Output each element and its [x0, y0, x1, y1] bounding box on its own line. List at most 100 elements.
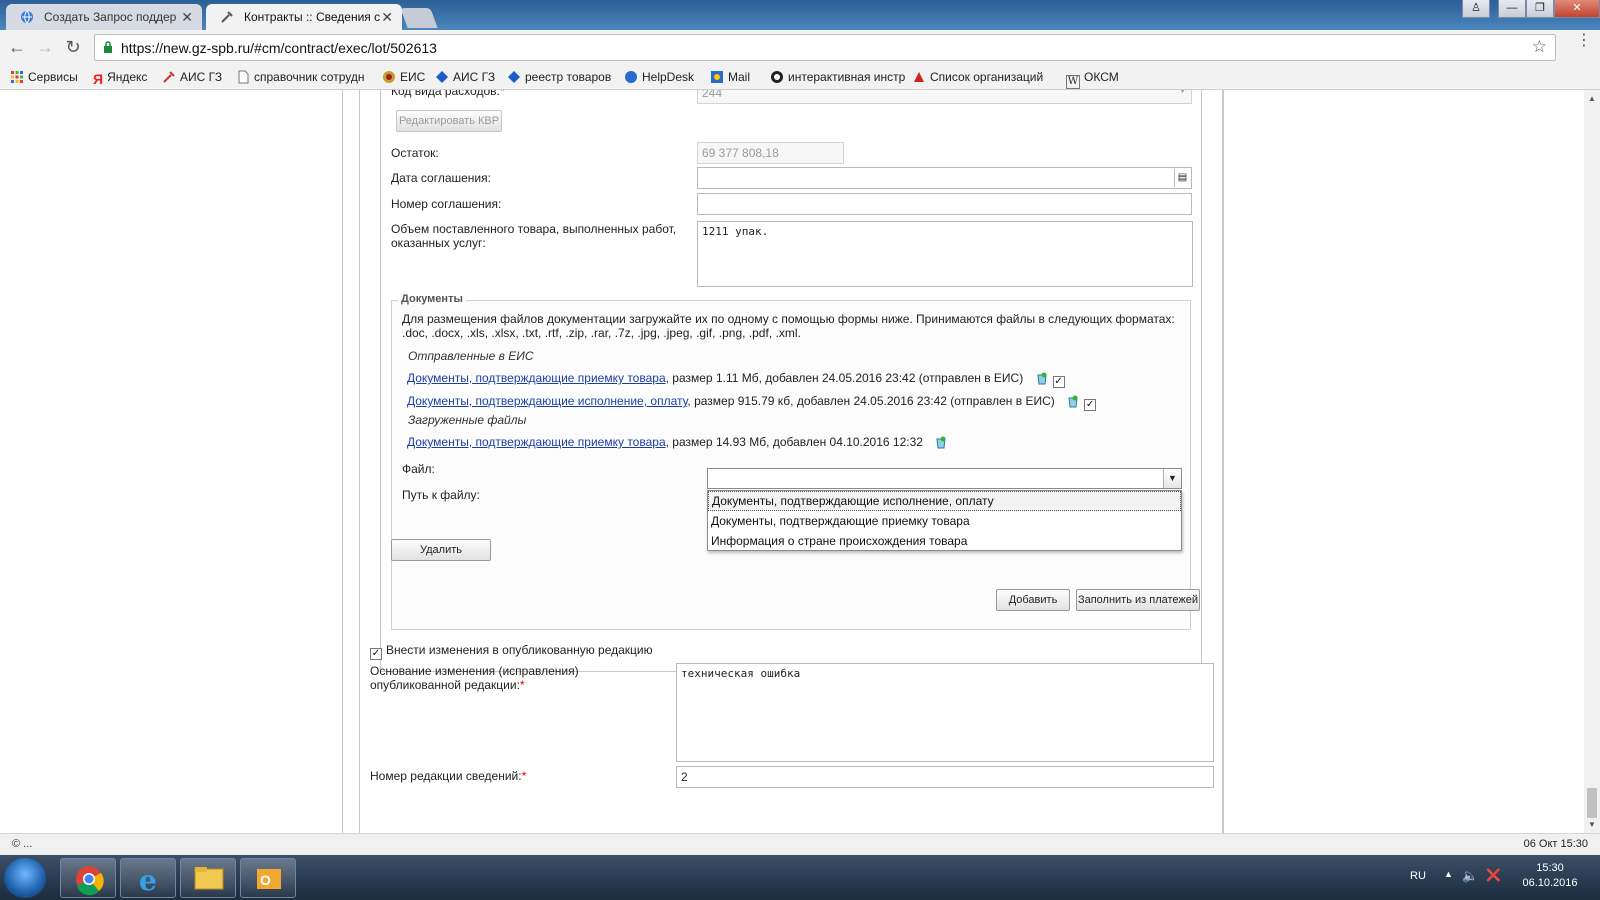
delete-button[interactable]: Удалить [391, 539, 491, 561]
profile-icon[interactable]: ♙ [1462, 0, 1490, 18]
start-button[interactable] [4, 858, 46, 898]
fill-from-payments-button[interactable]: Заполнить из платежей [1076, 589, 1200, 611]
calendar-icon[interactable]: ▤ [1174, 169, 1190, 187]
volume-label: Объем поставленного товара, выполненных … [391, 222, 677, 250]
uploaded-document-row: Документы, подтверждающие приемку товара… [407, 435, 948, 449]
address-bar[interactable]: https://new.gz-spb.ru/#cm/contract/exec/… [94, 34, 1556, 61]
scroll-thumb[interactable] [1587, 788, 1597, 818]
change-reason-label: Основание изменения (исправления) опублик… [370, 664, 579, 692]
remainder-field[interactable]: 69 377 808,18 [697, 142, 844, 164]
close-window-icon[interactable]: ✕ [1554, 0, 1600, 18]
documents-info-line-1: Для размещения файлов документации загру… [402, 312, 1175, 326]
menu-icon[interactable]: ⋮ [1576, 33, 1592, 49]
sent-checkbox[interactable]: ✓ [1084, 399, 1097, 411]
bookmark-directory[interactable]: справочник сотрудн [236, 69, 364, 86]
tab-contracts[interactable]: Контракты :: Сведения с ✕ [206, 4, 402, 30]
clock-time: 15:30 [1536, 862, 1564, 874]
chrome-taskbar-icon[interactable] [60, 858, 116, 898]
clock[interactable]: 15:30 06.10.2016 [1520, 861, 1580, 900]
kvr-label: Код вида расходов:* [391, 90, 505, 98]
revision-number-field[interactable]: 2 [676, 766, 1214, 788]
recycle-bin-icon[interactable] [1066, 394, 1080, 408]
chevron-down-icon[interactable]: ▼ [1163, 469, 1181, 488]
document-link[interactable]: Документы, подтверждающие приемку товара [407, 371, 666, 385]
new-tab-button[interactable] [400, 8, 438, 28]
agreement-date-field[interactable]: ▤ [697, 167, 1192, 189]
bookmark-label: АИС ГЗ [180, 70, 223, 84]
documents-legend: Документы [398, 293, 466, 305]
minimize-icon[interactable]: — [1498, 0, 1526, 18]
document-info: , размер 915.79 кб, добавлен 24.05.2016 … [687, 394, 1055, 408]
svg-text:O: O [260, 872, 271, 888]
status-right: 06 Окт 15:30 [1523, 838, 1588, 850]
dropdown-option[interactable]: Документы, подтверждающие исполнение, оп… [708, 491, 1181, 511]
chrome-icon [76, 866, 104, 896]
bookmark-label: Сервисы [28, 70, 78, 84]
tab-support-request[interactable]: Создать Запрос поддер ✕ [6, 4, 202, 30]
edit-kvr-button[interactable]: Редактировать КВР [396, 110, 502, 132]
bookmark-oksm[interactable]: W ОКСМ [1066, 69, 1119, 89]
bookmark-ais-gz[interactable]: АИС ГЗ [162, 69, 222, 86]
back-icon[interactable]: ← [6, 36, 28, 58]
circle-icon [771, 71, 783, 83]
document-info: , размер 1.11 Мб, добавлен 24.05.2016 23… [665, 371, 1024, 385]
agreement-date-label: Дата соглашения: [391, 171, 491, 185]
close-icon[interactable]: ✕ [181, 4, 193, 30]
tools-icon [163, 71, 175, 83]
sent-checkbox[interactable]: ✓ [1052, 376, 1065, 388]
bookmark-org-list[interactable]: Список организаций [912, 69, 1043, 86]
recycle-bin-icon[interactable] [934, 435, 948, 449]
bookmark-label: ОКСМ [1084, 70, 1119, 84]
bookmark-services[interactable]: Сервисы [10, 69, 78, 86]
diamond-icon [508, 71, 520, 83]
dropdown-option[interactable]: Документы, подтверждающие приемку товара [708, 511, 1181, 531]
ie-taskbar-icon[interactable]: e [120, 858, 176, 898]
bookmark-star-icon[interactable]: ☆ [1532, 37, 1547, 57]
globe-icon [625, 71, 637, 83]
document-link[interactable]: Документы, подтверждающие исполнение, оп… [407, 394, 687, 408]
bookmark-yandex[interactable]: Я Яндекс [93, 69, 147, 87]
reload-icon[interactable]: ↻ [62, 36, 84, 58]
file-type-dropdown: Документы, подтверждающие исполнение, оп… [707, 490, 1182, 551]
agreement-number-field[interactable] [697, 193, 1192, 215]
recycle-bin-icon[interactable] [1035, 371, 1049, 385]
tray-expand-icon[interactable]: ▲ [1444, 869, 1453, 900]
scroll-down-icon[interactable]: ▼ [1588, 820, 1596, 829]
change-reason-textarea[interactable]: техническая ошибка [676, 663, 1214, 762]
bookmark-helpdesk[interactable]: HelpDesk [624, 69, 694, 86]
bookmark-goods-registry[interactable]: реестр товаров [507, 69, 611, 86]
explorer-taskbar-icon[interactable] [180, 858, 236, 898]
yandex-icon: Я [93, 71, 104, 87]
outlook-taskbar-icon[interactable]: O [240, 858, 296, 898]
page-scrollbar[interactable]: ▲ ▼ [1584, 90, 1600, 833]
file-type-select[interactable]: ▼ [707, 468, 1182, 489]
volume-textarea[interactable]: 1211 упак. [697, 221, 1193, 287]
page-icon [238, 70, 249, 84]
url-text: https://new.gz-spb.ru/#cm/contract/exec/… [121, 40, 437, 56]
bookmark-mail[interactable]: Mail [710, 69, 750, 86]
close-icon[interactable]: ✕ [381, 4, 393, 30]
bookmarks-bar: Сервисы Я Яндекс АИС ГЗ справочник сотруд… [0, 65, 1600, 90]
language-indicator[interactable]: RU [1410, 870, 1426, 900]
tools-icon [221, 11, 233, 23]
network-error-icon[interactable]: ❌ [1486, 868, 1501, 900]
kvr-select[interactable]: 244 ▼ [697, 90, 1192, 104]
apply-changes-checkbox[interactable]: ✓ [370, 648, 382, 660]
volume-icon[interactable]: 🔈 [1462, 868, 1478, 900]
apply-changes-row[interactable]: ✓ Внести изменения в опубликованную редак… [370, 643, 653, 660]
apps-grid-icon [11, 71, 23, 83]
emblem-icon [383, 71, 395, 83]
bookmark-interactive-guide[interactable]: интерактивная инстр [770, 69, 905, 86]
bookmark-label: Mail [728, 70, 751, 84]
scroll-up-icon[interactable]: ▲ [1588, 94, 1596, 103]
forward-icon[interactable]: → [34, 36, 56, 58]
status-bar: © ... 06 Окт 15:30 [0, 833, 1600, 855]
bookmark-eis[interactable]: ЕИС [382, 69, 425, 86]
wikipedia-icon: W [1066, 75, 1080, 89]
add-button[interactable]: Добавить [996, 589, 1070, 611]
maximize-icon[interactable]: ❐ [1526, 0, 1554, 18]
bookmark-label: реестр товаров [525, 70, 612, 84]
document-link[interactable]: Документы, подтверждающие приемку товара [407, 435, 666, 449]
dropdown-option[interactable]: Информация о стране происхождения товара [708, 531, 1181, 551]
bookmark-ais-gz-2[interactable]: АИС ГЗ [435, 69, 495, 86]
